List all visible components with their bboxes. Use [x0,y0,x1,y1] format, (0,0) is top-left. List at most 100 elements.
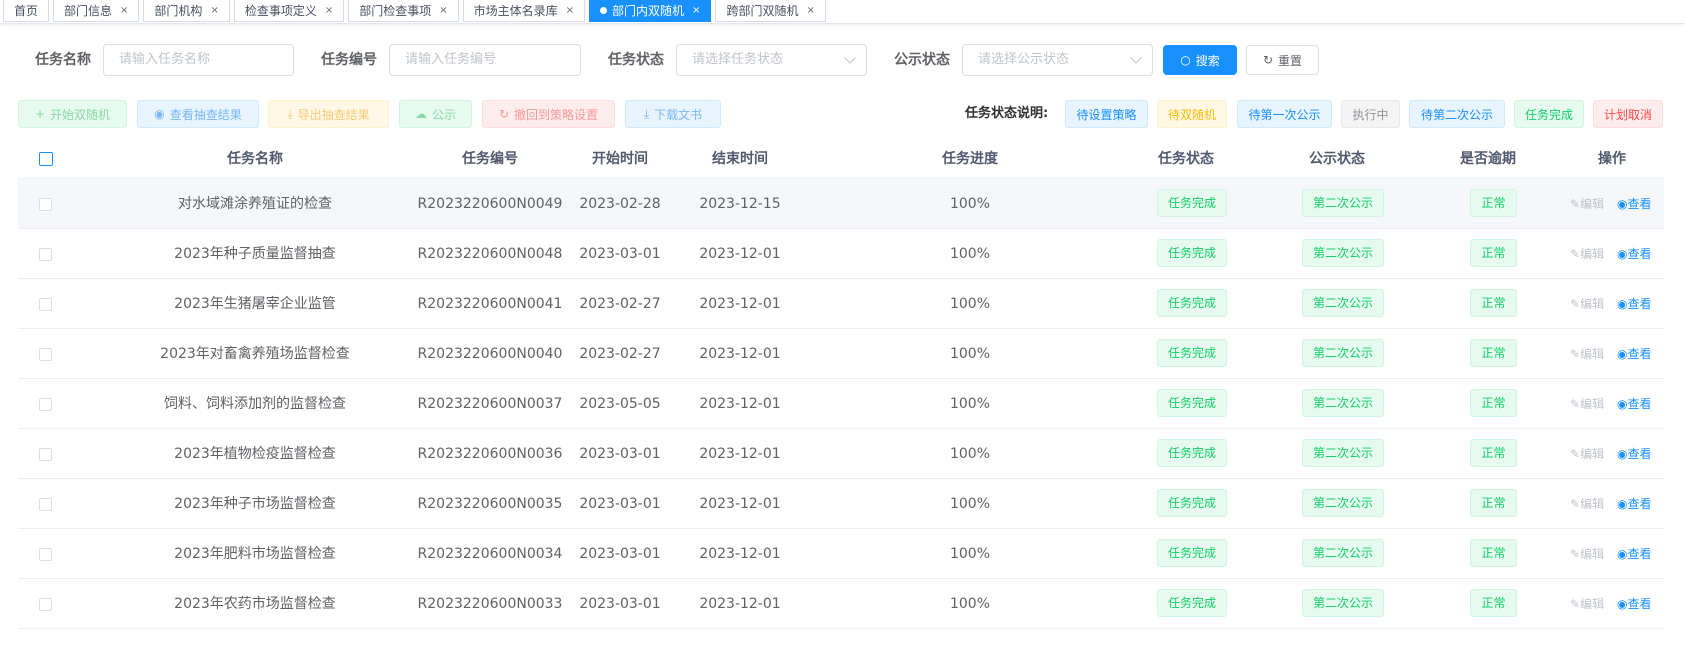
reset-button[interactable]: ↻ 重置 [1246,45,1319,75]
task-name-input[interactable]: 请输入任务名称 [103,44,294,76]
column-header-task-name: 任务名称 [227,151,283,167]
edit-link[interactable]: ✎编辑 [1570,379,1604,429]
table-header: 任务名称 任务编号 开始时间 结束时间 任务进度 任务状态 公示状态 是否逾期 … [18,140,1664,179]
row-checkbox[interactable] [39,348,52,361]
table-body: 对水域滩涂养殖证的检查 R2023220600N0049 2023-02-28 202… [18,179,1664,629]
edit-link[interactable]: ✎编辑 [1570,279,1604,329]
export-results-button[interactable]: ⤓ 导出抽查结果 [268,100,389,128]
download-docs-button[interactable]: ⤓ 下载文书 [625,100,721,128]
edit-link[interactable]: ✎编辑 [1570,429,1604,479]
row-checkbox[interactable] [39,548,52,561]
task-status-select[interactable]: 请选择任务状态 [676,44,867,76]
view-link[interactable]: ◉查看 [1617,579,1652,629]
revert-to-strategy-button[interactable]: ↻ 撤回到策略设置 [482,100,615,128]
task-status-tag: 任务完成 [1157,389,1227,417]
refresh-icon: ↻ [498,107,510,121]
row-checkbox[interactable] [39,498,52,511]
edit-label: 编辑 [1580,347,1605,361]
task-name-cell: 2023年种子质量监督抽查 [174,246,336,262]
legend-pending-strategy: 待设置策略 [1065,100,1148,128]
legend-task-complete: 任务完成 [1514,100,1584,128]
close-icon[interactable]: × [325,5,333,16]
view-link[interactable]: ◉查看 [1617,479,1652,529]
public-status-tag: 第二次公示 [1302,489,1384,517]
row-checkbox[interactable] [39,598,52,611]
row-checkbox[interactable] [39,248,52,261]
close-icon[interactable]: × [806,5,814,16]
table-row[interactable]: 对水域滩涂养殖证的检查 R2023220600N0049 2023-02-28 202… [18,179,1664,229]
publicize-button[interactable]: ☁ 公示 [399,100,472,128]
progress-cell: 100% [949,196,991,212]
button-label: 下载文书 [654,107,703,122]
view-link[interactable]: ◉查看 [1617,229,1652,279]
row-checkbox[interactable] [39,198,52,211]
tab-label: 部门内双随机 [612,4,685,18]
close-icon[interactable]: × [120,5,128,16]
edit-link[interactable]: ✎编辑 [1570,579,1604,629]
edit-icon: ✎ [1570,197,1581,211]
start-time-cell: 2023-05-05 [579,396,661,412]
eye-icon: ◉ [1617,397,1628,411]
task-status-tag: 任务完成 [1157,539,1227,567]
start-double-random-button[interactable]: + 开始双随机 [18,100,127,128]
edit-link[interactable]: ✎编辑 [1570,479,1604,529]
view-link[interactable]: ◉查看 [1617,329,1652,379]
edit-link[interactable]: ✎编辑 [1570,529,1604,579]
edit-link[interactable]: ✎编辑 [1570,229,1604,279]
table-row[interactable]: 2023年生猪屠宰企业监管 R2023220600N0041 2023-02-27 2… [18,279,1664,329]
view-link[interactable]: ◉查看 [1617,529,1652,579]
table-row[interactable]: 2023年种子市场监督检查 R2023220600N0035 2023-03-01 2… [18,479,1664,529]
row-checkbox[interactable] [39,298,52,311]
public-status-label: 公示状态 [894,52,950,68]
select-placeholder: 请选择任务状态 [692,52,784,67]
close-icon[interactable]: × [566,5,574,16]
close-icon[interactable]: × [439,5,447,16]
table-row[interactable]: 2023年肥料市场监督检查 R2023220600N0034 2023-03-01 2… [18,529,1664,579]
edit-icon: ✎ [1570,597,1581,611]
row-checkbox[interactable] [39,398,52,411]
table-row[interactable]: 2023年种子质量监督抽查 R2023220600N0048 2023-03-01 2… [18,229,1664,279]
view-link[interactable]: ◉查看 [1617,429,1652,479]
tab-dept-check-items[interactable]: 部门检查事项 × [348,0,459,22]
progress-cell: 100% [949,446,991,462]
edit-link[interactable]: ✎编辑 [1570,179,1604,229]
tab-check-item-def[interactable]: 检查事项定义 × [233,0,345,22]
tab-home[interactable]: 首页 [3,0,50,22]
table-row[interactable]: 2023年对畜禽养殖场监督检查 R2023220600N0040 2023-02-2… [18,329,1664,379]
close-icon[interactable]: × [210,5,218,16]
view-link[interactable]: ◉查看 [1617,279,1652,329]
table-row[interactable]: 饲料、饲料添加剂的监督检查 R2023220600N0037 2023-05-05 2… [18,379,1664,429]
chevron-down-icon [844,52,856,64]
tab-dept-org[interactable]: 部门机构 × [143,0,230,22]
tab-cross-dept-double-random[interactable]: 跨部门双随机 × [715,0,826,22]
view-link[interactable]: ◉查看 [1617,379,1652,429]
edit-link[interactable]: ✎编辑 [1570,329,1604,379]
public-status-tag: 第二次公示 [1302,439,1384,467]
eye-icon: ◉ [1617,297,1628,311]
public-status-select[interactable]: 请选择公示状态 [962,44,1153,76]
close-icon[interactable]: × [692,5,700,16]
select-placeholder: 请选择公示状态 [978,52,1070,67]
eye-icon: ◉ [154,107,165,121]
edit-icon: ✎ [1570,547,1581,561]
table-row[interactable]: 2023年农药市场监督检查 R2023220600N0033 2023-03-01 2… [18,579,1664,629]
column-header-end-time: 结束时间 [712,151,768,167]
edit-label: 编辑 [1580,197,1605,211]
view-label: 查看 [1627,347,1652,361]
chevron-down-icon [1130,52,1142,64]
select-all-checkbox[interactable] [39,152,53,166]
row-checkbox[interactable] [39,448,52,461]
tab-market-entity-directory[interactable]: 市场主体名录库 × [462,0,586,22]
table-row[interactable]: 2023年植物检疫监督检查 R2023220600N0036 2023-03-01 2… [18,429,1664,479]
overdue-status-tag: 正常 [1470,489,1517,517]
tab-dept-double-random[interactable]: 部门内双随机 × [589,0,712,22]
view-results-button[interactable]: ◉ 查看抽查结果 [137,100,259,128]
start-time-cell: 2023-02-27 [579,296,661,312]
tab-dept-info[interactable]: 部门信息 × [53,0,140,22]
view-link[interactable]: ◉查看 [1617,179,1652,229]
edit-label: 编辑 [1580,247,1605,261]
refresh-icon: ↻ [1262,53,1274,67]
progress-cell: 100% [949,396,991,412]
task-no-input[interactable]: 请输入任务编号 [389,44,581,76]
search-button[interactable]: ○ 搜索 [1163,45,1237,75]
